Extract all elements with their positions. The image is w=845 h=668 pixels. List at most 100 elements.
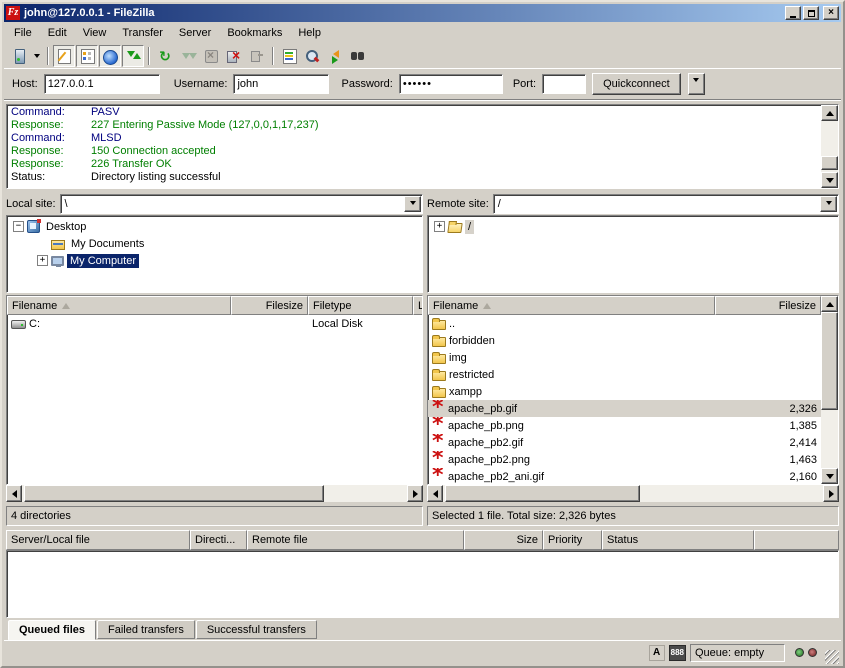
file-row-c[interactable]: C:Local Disk xyxy=(7,315,422,332)
disconnect-button[interactable] xyxy=(223,45,245,67)
column-header-filename[interactable]: Filename xyxy=(7,296,231,315)
scroll-left-button[interactable] xyxy=(6,485,22,502)
tab-successful-transfers[interactable]: Successful transfers xyxy=(196,620,317,639)
file-row-apache-pb-png[interactable]: apache_pb.png1,385 xyxy=(428,417,821,434)
remote-vscrollbar[interactable] xyxy=(821,296,838,484)
file-row-blank[interactable]: .. xyxy=(428,315,821,332)
quickconnect-dropdown[interactable] xyxy=(688,73,705,95)
column-header-remote-file[interactable]: Remote file xyxy=(247,530,464,550)
column-header-blank[interactable] xyxy=(754,530,839,550)
site-manager-button[interactable] xyxy=(8,45,30,67)
file-row-apache-pb2-png[interactable]: apache_pb2.png1,463 xyxy=(428,451,821,468)
column-header-server-local-file[interactable]: Server/Local file xyxy=(6,530,190,550)
scroll-down-button[interactable] xyxy=(821,172,838,188)
scrollbar-thumb[interactable] xyxy=(445,485,640,502)
scrollbar-track[interactable] xyxy=(443,485,823,502)
close-button[interactable]: × xyxy=(823,6,839,20)
column-header-directi[interactable]: Directi... xyxy=(190,530,247,550)
scroll-up-button[interactable] xyxy=(821,296,838,312)
cancel-operation-button[interactable] xyxy=(200,45,222,67)
file-row-img[interactable]: img xyxy=(428,349,821,366)
tree-expand-icon[interactable]: + xyxy=(37,255,48,266)
scrollbar-thumb[interactable] xyxy=(821,312,838,410)
menu-view[interactable]: View xyxy=(75,24,115,42)
remote-list-body: .. forbidden imgrestrictedxamppapache_pb.g… xyxy=(428,315,821,484)
quickconnect-button[interactable]: Quickconnect xyxy=(592,73,681,95)
column-header-size[interactable]: Size xyxy=(464,530,543,550)
site-manager-dropdown[interactable] xyxy=(31,45,43,67)
process-queue-button[interactable] xyxy=(177,45,199,67)
remote-site-combo[interactable]: / xyxy=(493,194,839,214)
toggle-local-tree-button[interactable] xyxy=(76,45,98,67)
log-scrollbar[interactable] xyxy=(821,105,838,188)
synchronized-browsing-button[interactable] xyxy=(324,45,346,67)
scrollbar-track[interactable] xyxy=(821,121,838,172)
column-header-filetype[interactable]: Filetype xyxy=(308,296,413,315)
menu-server[interactable]: Server xyxy=(171,24,219,42)
column-header-label: Filesize xyxy=(779,300,816,312)
column-header-label: Filetype xyxy=(313,300,352,312)
username-input[interactable] xyxy=(233,74,329,94)
tree-expand-icon[interactable]: + xyxy=(434,221,445,232)
column-header-priority[interactable]: Priority xyxy=(543,530,602,550)
local-site-dropdown[interactable] xyxy=(404,196,421,212)
file-row-forbidden[interactable]: forbidden xyxy=(428,332,821,349)
scroll-left-button[interactable] xyxy=(427,485,443,502)
tree-item-blank[interactable]: +/ xyxy=(428,218,838,235)
scrollbar-thumb[interactable] xyxy=(821,156,838,170)
log-line-text: 227 Entering Passive Mode (127,0,0,1,17,… xyxy=(91,119,318,132)
file-row-restricted[interactable]: restricted xyxy=(428,366,821,383)
column-header-filesize[interactable]: Filesize xyxy=(715,296,821,315)
tree-collapse-icon[interactable]: − xyxy=(13,221,24,232)
menu-file[interactable]: File xyxy=(6,24,40,42)
tab-queued-files[interactable]: Queued files xyxy=(8,620,96,640)
column-header-l[interactable]: L xyxy=(413,296,422,315)
file-row-apache-pb2-gif[interactable]: apache_pb2.gif2,414 xyxy=(428,434,821,451)
local-site-combo[interactable]: \ xyxy=(60,194,423,214)
filename-text: forbidden xyxy=(449,335,495,347)
port-input[interactable] xyxy=(542,74,586,94)
column-header-filename[interactable]: Filename xyxy=(428,296,715,315)
find-files-button[interactable] xyxy=(347,45,369,67)
directory-comparison-button[interactable] xyxy=(301,45,323,67)
menu-transfer[interactable]: Transfer xyxy=(114,24,171,42)
scrollbar-thumb[interactable] xyxy=(24,485,324,502)
menu-bookmarks[interactable]: Bookmarks xyxy=(219,24,290,42)
resize-grip[interactable] xyxy=(825,650,839,664)
scrollbar-track[interactable] xyxy=(22,485,407,502)
scroll-down-button[interactable] xyxy=(821,468,838,484)
title-bar[interactable]: Fz john@127.0.0.1 - FileZilla × xyxy=(4,4,841,22)
filename-cell: C: xyxy=(7,315,231,332)
toggle-log-icon xyxy=(56,48,72,64)
toggle-log-button[interactable] xyxy=(53,45,75,67)
tree-item-my-computer[interactable]: +My Computer xyxy=(7,252,422,269)
file-row-apache-pb-gif[interactable]: apache_pb.gif2,326 xyxy=(428,400,821,417)
tab-failed-transfers[interactable]: Failed transfers xyxy=(97,620,195,639)
host-input[interactable] xyxy=(44,74,160,94)
minimize-button[interactable] xyxy=(785,6,801,20)
menu-edit[interactable]: Edit xyxy=(40,24,75,42)
column-header-filesize[interactable]: Filesize xyxy=(231,296,308,315)
menu-help[interactable]: Help xyxy=(290,24,329,42)
scroll-up-button[interactable] xyxy=(821,105,838,121)
remote-hscrollbar[interactable] xyxy=(427,485,839,502)
scroll-right-button[interactable] xyxy=(823,485,839,502)
transfer-type-indicator: A xyxy=(649,645,665,661)
refresh-button[interactable]: ↻ xyxy=(154,45,176,67)
password-input[interactable] xyxy=(399,74,503,94)
remote-site-dropdown[interactable] xyxy=(820,196,837,212)
file-row-xampp[interactable]: xampp xyxy=(428,383,821,400)
remote-site-label: Remote site: xyxy=(427,198,489,210)
reconnect-button[interactable] xyxy=(246,45,268,67)
local-hscrollbar[interactable] xyxy=(6,485,423,502)
toggle-remote-tree-button[interactable] xyxy=(99,45,121,67)
scrollbar-track[interactable] xyxy=(821,312,838,468)
scroll-right-button[interactable] xyxy=(407,485,423,502)
filter-button[interactable] xyxy=(278,45,300,67)
maximize-button[interactable] xyxy=(803,6,819,20)
column-header-status[interactable]: Status xyxy=(602,530,754,550)
toggle-queue-button[interactable] xyxy=(122,45,144,67)
file-row-apache-pb2-ani-gif[interactable]: apache_pb2_ani.gif2,160 xyxy=(428,468,821,484)
tree-item-my-documents[interactable]: My Documents xyxy=(7,235,422,252)
tree-item-desktop[interactable]: −Desktop xyxy=(7,218,422,235)
